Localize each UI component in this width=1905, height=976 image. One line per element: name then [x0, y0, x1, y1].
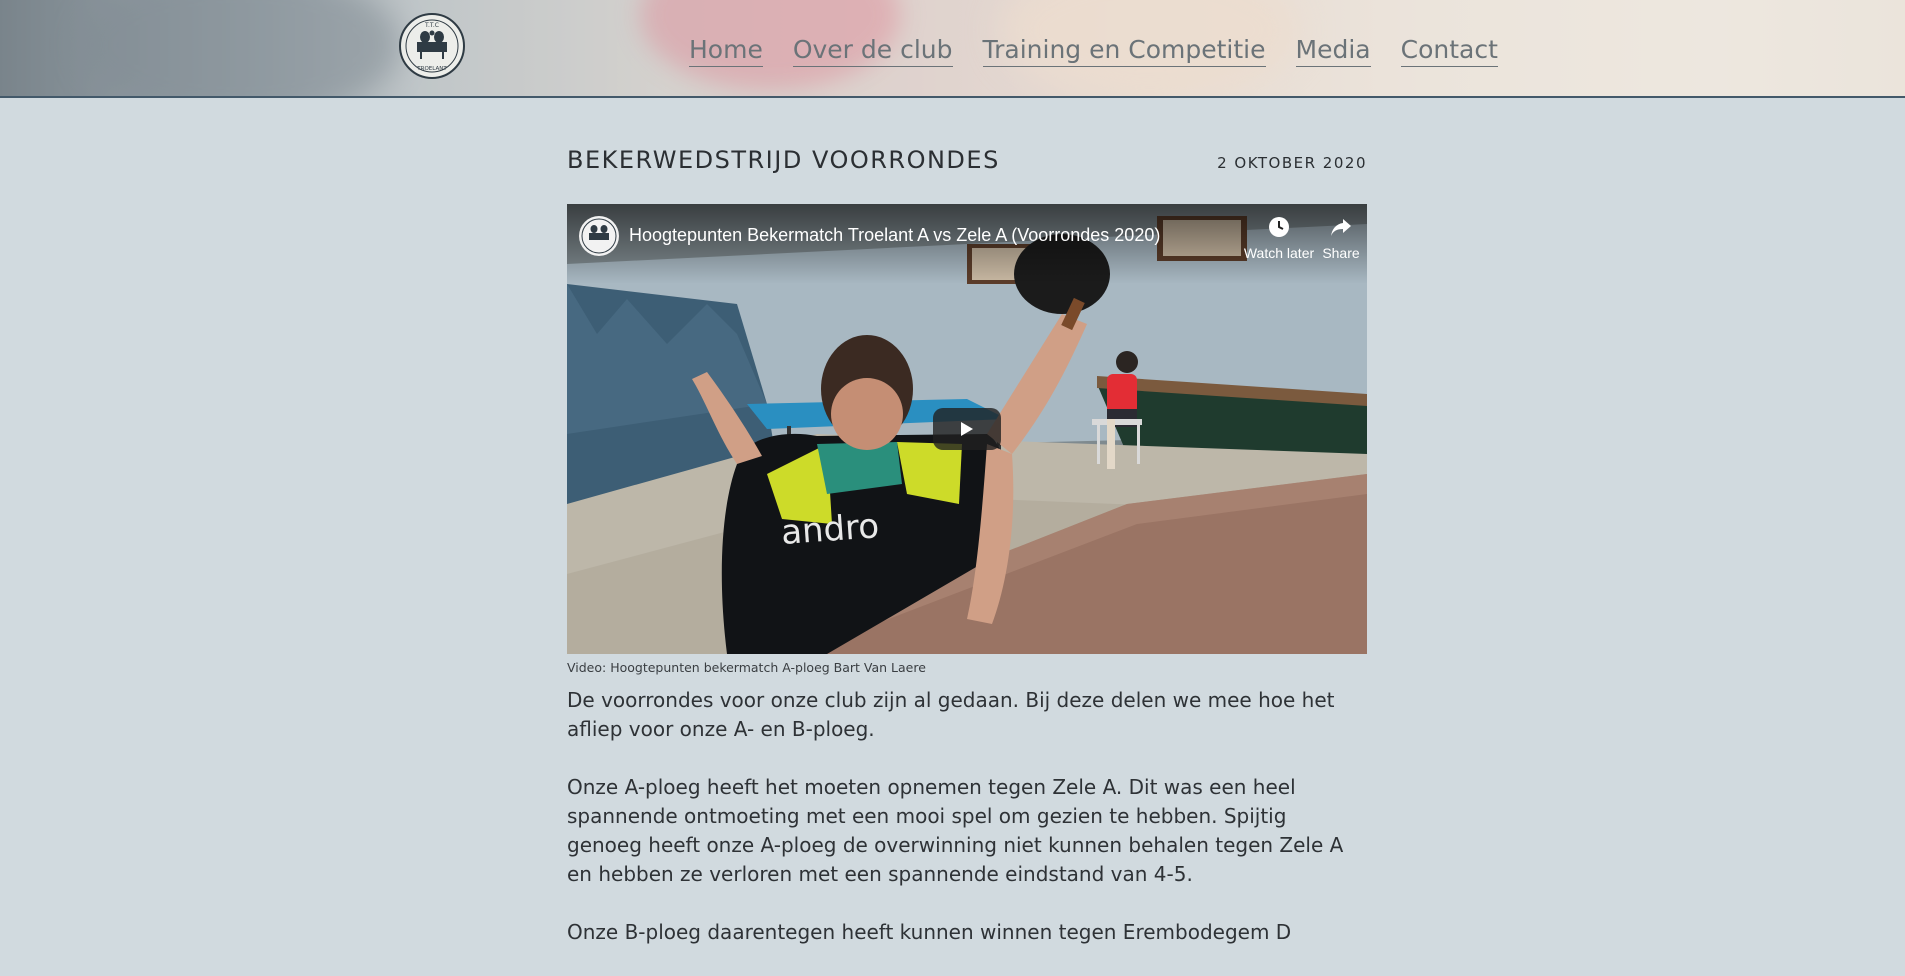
post-title: BEKERWEDSTRIJD VOORRONDES [567, 146, 1000, 174]
article-paragraph: De voorrondes voor onze club zijn al ged… [567, 688, 1335, 741]
main-navigation: Home Over de club Training en Competitie… [689, 34, 1498, 67]
clock-icon [1269, 217, 1289, 237]
nav-item-home[interactable]: Home [689, 34, 763, 67]
nav-item-media[interactable]: Media [1295, 34, 1371, 67]
share-icon [1331, 219, 1351, 236]
site-header: T.T.C TROELANT Home Over de club Trainin… [0, 0, 1905, 98]
article-body: De voorrondes voor onze club zijn al ged… [567, 686, 1367, 976]
play-button[interactable] [933, 408, 1001, 450]
share-button[interactable]: Share [1301, 216, 1367, 261]
video-title[interactable]: Hoogtepunten Bekermatch Troelant A vs Ze… [629, 225, 1160, 246]
article-paragraph: Onze B-ploeg daarentegen heeft kunnen wi… [567, 920, 1292, 944]
logo-top-text: T.T.C [424, 22, 439, 29]
nav-item-over-de-club[interactable]: Over de club [792, 34, 953, 67]
play-icon [961, 422, 973, 436]
post-date: 2 OKTOBER 2020 [1217, 154, 1367, 172]
video-caption: Video: Hoogtepunten bekermatch A-ploeg B… [567, 660, 926, 675]
nav-item-contact[interactable]: Contact [1400, 34, 1498, 67]
article-paragraph: Onze A-ploeg heeft het moeten opnemen te… [567, 775, 1344, 886]
channel-avatar-icon[interactable] [579, 216, 619, 256]
club-logo-icon: T.T.C TROELANT [405, 19, 459, 73]
club-logo[interactable]: T.T.C TROELANT [399, 13, 465, 79]
nav-item-training-en-competitie[interactable]: Training en Competitie [982, 34, 1266, 67]
jersey-text: andro [780, 506, 881, 553]
post-header: BEKERWEDSTRIJD VOORRONDES 2 OKTOBER 2020 [567, 146, 1367, 174]
share-label: Share [1322, 245, 1360, 261]
logo-bottom-text: TROELANT [416, 66, 447, 72]
youtube-video-embed[interactable]: andro Hoogtepunten Bekermatch Troelant A… [567, 204, 1367, 654]
